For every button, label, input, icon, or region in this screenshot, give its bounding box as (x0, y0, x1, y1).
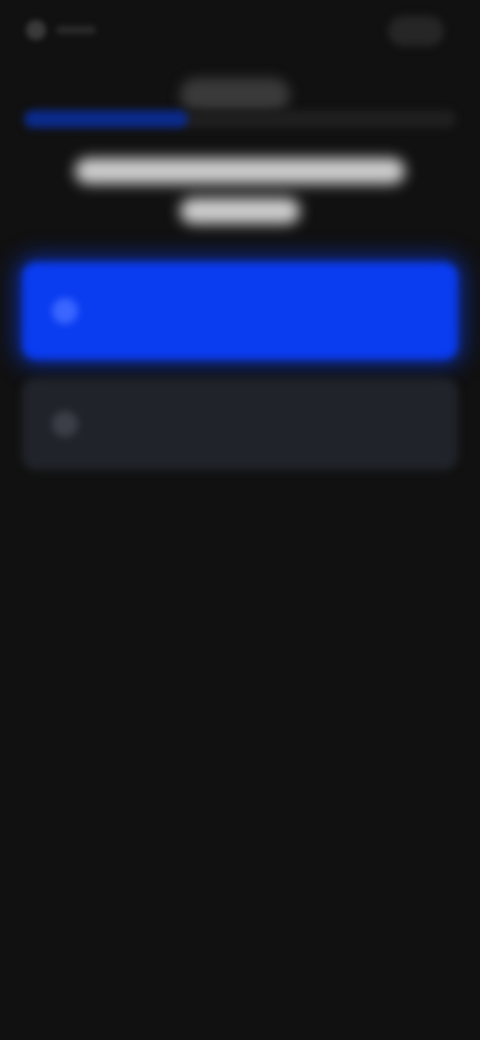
page-title (60, 150, 420, 224)
title-line-2 (180, 198, 300, 224)
radio-icon (52, 411, 78, 437)
step-indicator (180, 78, 290, 112)
title-line-1 (75, 158, 405, 184)
option-2[interactable] (22, 378, 458, 470)
top-bar (0, 0, 480, 60)
back-button[interactable] (26, 14, 116, 46)
progress-fill (24, 110, 189, 128)
onboarding-screen (0, 0, 480, 1040)
close-button[interactable] (388, 16, 444, 46)
option-1-selected[interactable] (22, 262, 458, 360)
radio-selected-icon (52, 298, 78, 324)
back-label (56, 26, 96, 34)
chevron-left-icon (26, 20, 46, 40)
progress-bar (24, 110, 456, 128)
